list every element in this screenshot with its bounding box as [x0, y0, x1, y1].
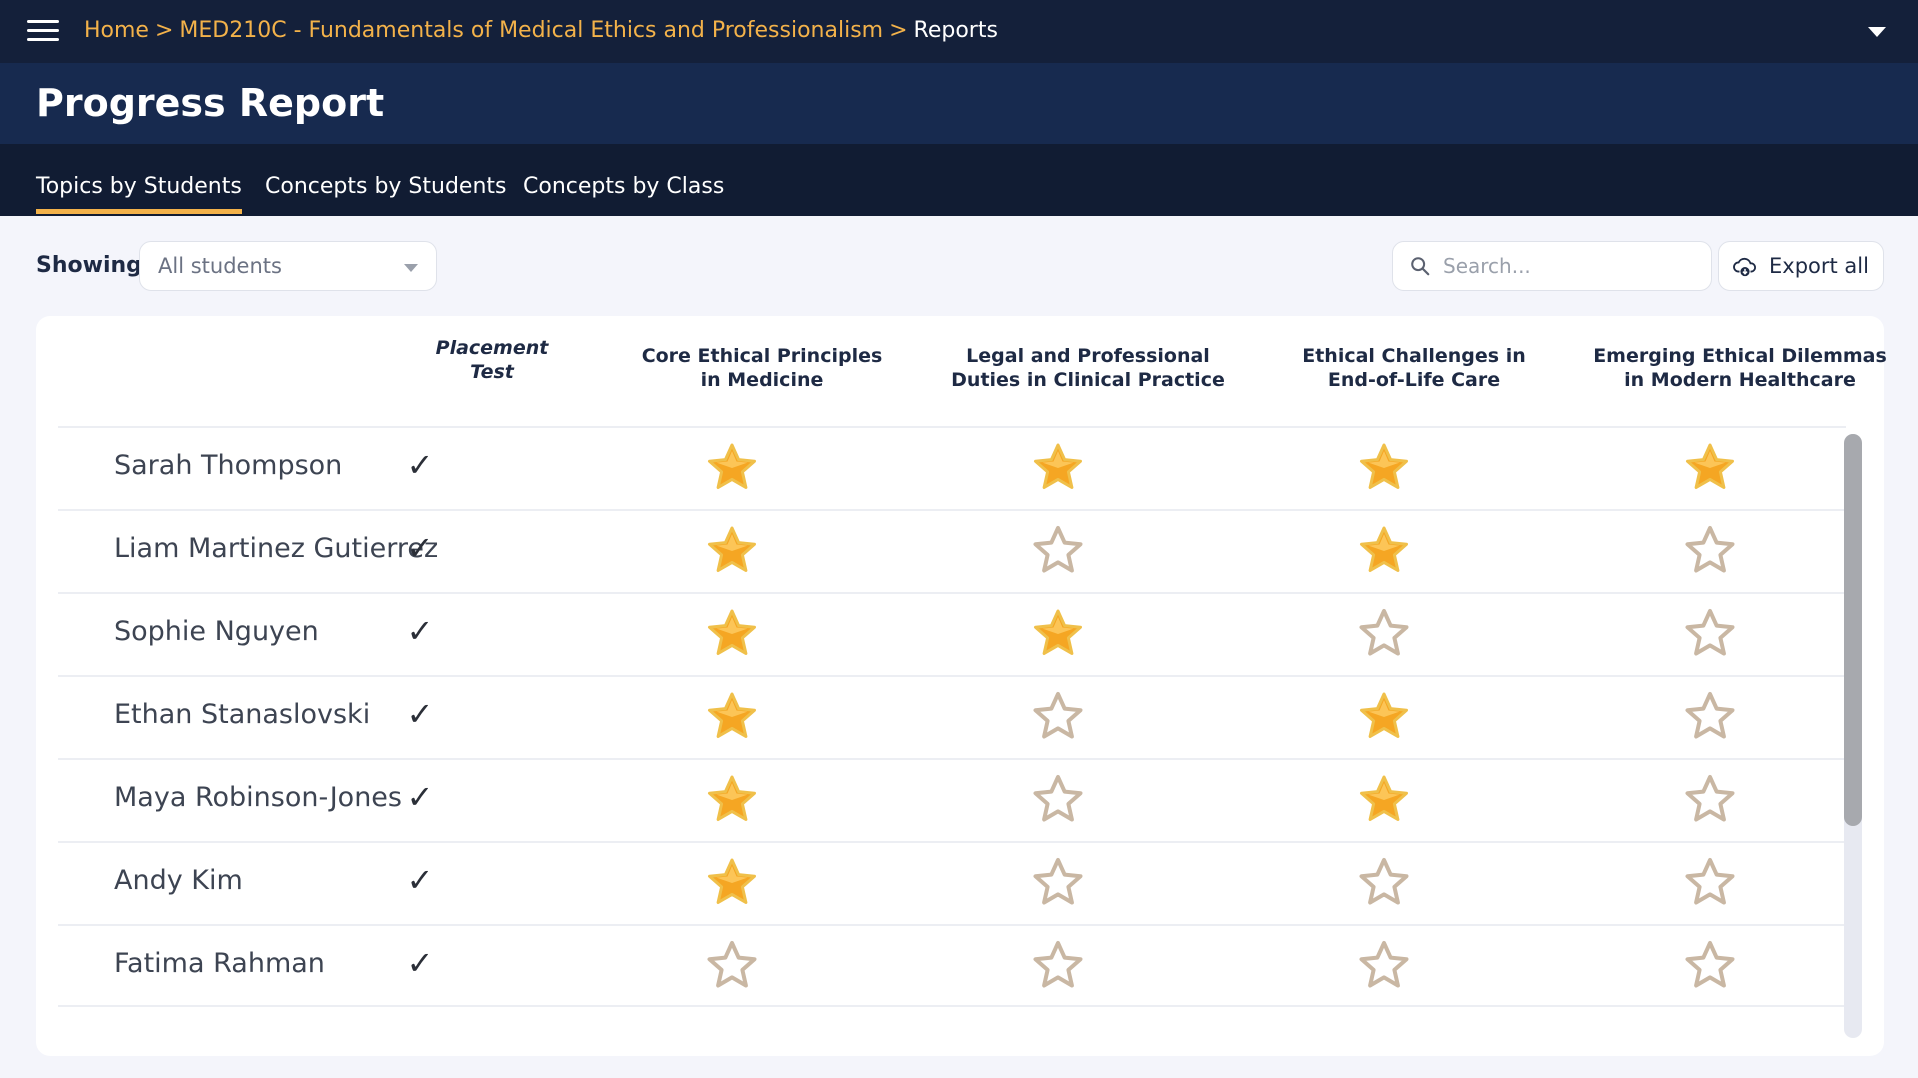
table-row: Ethan Stanaslovski ✓	[58, 675, 1846, 758]
star-filled-icon[interactable]	[1357, 773, 1411, 827]
star-filled-icon[interactable]	[1357, 441, 1411, 495]
search-icon	[1411, 257, 1430, 276]
placement-test-header: Placement Test	[422, 336, 562, 384]
chevron-down-icon[interactable]	[1868, 27, 1886, 37]
breadcrumb-home-link[interactable]: Home	[84, 18, 149, 43]
scrollbar-thumb[interactable]	[1844, 434, 1862, 826]
showing-label: Showing	[36, 253, 142, 278]
star-empty-icon[interactable]	[1683, 856, 1737, 910]
tab-topics-by-students[interactable]: Topics by Students	[36, 174, 242, 214]
breadcrumb-separator: >	[154, 18, 174, 43]
star-empty-icon[interactable]	[1031, 939, 1085, 993]
student-name[interactable]: Sarah Thompson	[114, 450, 342, 481]
star-empty-icon[interactable]	[1357, 607, 1411, 661]
table-row: Sophie Nguyen ✓	[58, 592, 1846, 675]
topic-header-legal-duties: Legal and Professional Duties in Clinica…	[928, 344, 1248, 392]
topic-header-line: Emerging Ethical Dilemmas	[1593, 345, 1887, 367]
star-filled-icon[interactable]	[1683, 441, 1737, 495]
star-filled-icon[interactable]	[1031, 441, 1085, 495]
star-empty-icon[interactable]	[1031, 856, 1085, 910]
student-filter-select[interactable]: All students	[139, 241, 437, 291]
placement-header-line: Test	[470, 361, 514, 383]
placement-check-icon: ✓	[406, 778, 434, 816]
topic-header-emerging-dilemmas: Emerging Ethical Dilemmas in Modern Heal…	[1580, 344, 1900, 392]
table-row: Liam Martinez Gutierrez ✓	[58, 509, 1846, 592]
table-row: Maya Robinson-Jones ✓	[58, 758, 1846, 841]
topic-header-core-ethical-principles: Core Ethical Principles in Medicine	[602, 344, 922, 392]
star-filled-icon[interactable]	[705, 524, 759, 578]
cloud-download-icon	[1733, 257, 1756, 277]
star-filled-icon[interactable]	[1031, 607, 1085, 661]
progress-table-card: Placement Test Core Ethical Principles i…	[36, 316, 1887, 1056]
student-name[interactable]: Liam Martinez Gutierrez	[114, 533, 438, 564]
menu-icon[interactable]	[27, 20, 59, 42]
star-filled-icon[interactable]	[705, 607, 759, 661]
star-empty-icon[interactable]	[1031, 690, 1085, 744]
export-all-button[interactable]: Export all	[1718, 241, 1884, 291]
page-title: Progress Report	[36, 81, 385, 125]
table-row: Andy Kim ✓	[58, 841, 1846, 924]
placement-check-icon: ✓	[406, 529, 434, 567]
topic-header-line: in Medicine	[700, 369, 824, 391]
placement-check-icon: ✓	[406, 944, 434, 982]
student-filter-value: All students	[158, 254, 282, 278]
placement-check-icon: ✓	[406, 612, 434, 650]
placement-check-icon: ✓	[406, 446, 434, 484]
tab-bar: Topics by Students Concepts by Students …	[0, 144, 1918, 216]
breadcrumb-course-link[interactable]: MED210C - Fundamentals of Medical Ethics…	[179, 18, 883, 43]
placement-check-icon: ✓	[406, 861, 434, 899]
star-filled-icon[interactable]	[1357, 690, 1411, 744]
star-empty-icon[interactable]	[1683, 607, 1737, 661]
tab-concepts-by-students[interactable]: Concepts by Students	[265, 174, 506, 199]
placement-header-line: Placement	[435, 337, 549, 359]
star-empty-icon[interactable]	[705, 939, 759, 993]
topic-header-line: Ethical Challenges in	[1302, 345, 1526, 367]
star-filled-icon[interactable]	[705, 690, 759, 744]
topic-header-line: Legal and Professional	[966, 345, 1210, 367]
student-name[interactable]: Andy Kim	[114, 865, 243, 896]
star-empty-icon[interactable]	[1357, 939, 1411, 993]
topic-header-end-of-life-care: Ethical Challenges in End-of-Life Care	[1254, 344, 1574, 392]
star-filled-icon[interactable]	[705, 856, 759, 910]
star-empty-icon[interactable]	[1031, 773, 1085, 827]
star-empty-icon[interactable]	[1683, 690, 1737, 744]
title-bar: Progress Report	[0, 63, 1918, 144]
star-filled-icon[interactable]	[705, 441, 759, 495]
student-name[interactable]: Sophie Nguyen	[114, 616, 319, 647]
topic-header-line: Core Ethical Principles	[641, 345, 883, 367]
student-name[interactable]: Ethan Stanaslovski	[114, 699, 370, 730]
export-all-label: Export all	[1769, 254, 1869, 278]
search-input[interactable]	[1443, 250, 1698, 282]
chevron-down-icon	[404, 264, 418, 272]
student-name[interactable]: Maya Robinson-Jones	[114, 782, 402, 813]
top-nav-bar: Home > MED210C - Fundamentals of Medical E…	[0, 0, 1918, 63]
topic-header-line: in Modern Healthcare	[1624, 369, 1856, 391]
breadcrumb-current: Reports	[913, 18, 998, 43]
star-filled-icon[interactable]	[1357, 524, 1411, 578]
table-row: Sarah Thompson ✓	[58, 426, 1846, 509]
star-empty-icon[interactable]	[1683, 939, 1737, 993]
breadcrumb: Home > MED210C - Fundamentals of Medical E…	[84, 18, 998, 43]
topic-header-line: End-of-Life Care	[1327, 369, 1501, 391]
star-empty-icon[interactable]	[1683, 524, 1737, 578]
placement-check-icon: ✓	[406, 695, 434, 733]
star-empty-icon[interactable]	[1031, 524, 1085, 578]
star-filled-icon[interactable]	[705, 773, 759, 827]
search-box	[1392, 241, 1712, 291]
star-empty-icon[interactable]	[1357, 856, 1411, 910]
topic-header-line: Duties in Clinical Practice	[951, 369, 1225, 391]
breadcrumb-separator: >	[889, 18, 908, 43]
student-name[interactable]: Fatima Rahman	[114, 948, 325, 979]
table-row: Fatima Rahman ✓	[58, 924, 1846, 1007]
star-empty-icon[interactable]	[1683, 773, 1737, 827]
tab-concepts-by-class[interactable]: Concepts by Class	[523, 174, 724, 199]
